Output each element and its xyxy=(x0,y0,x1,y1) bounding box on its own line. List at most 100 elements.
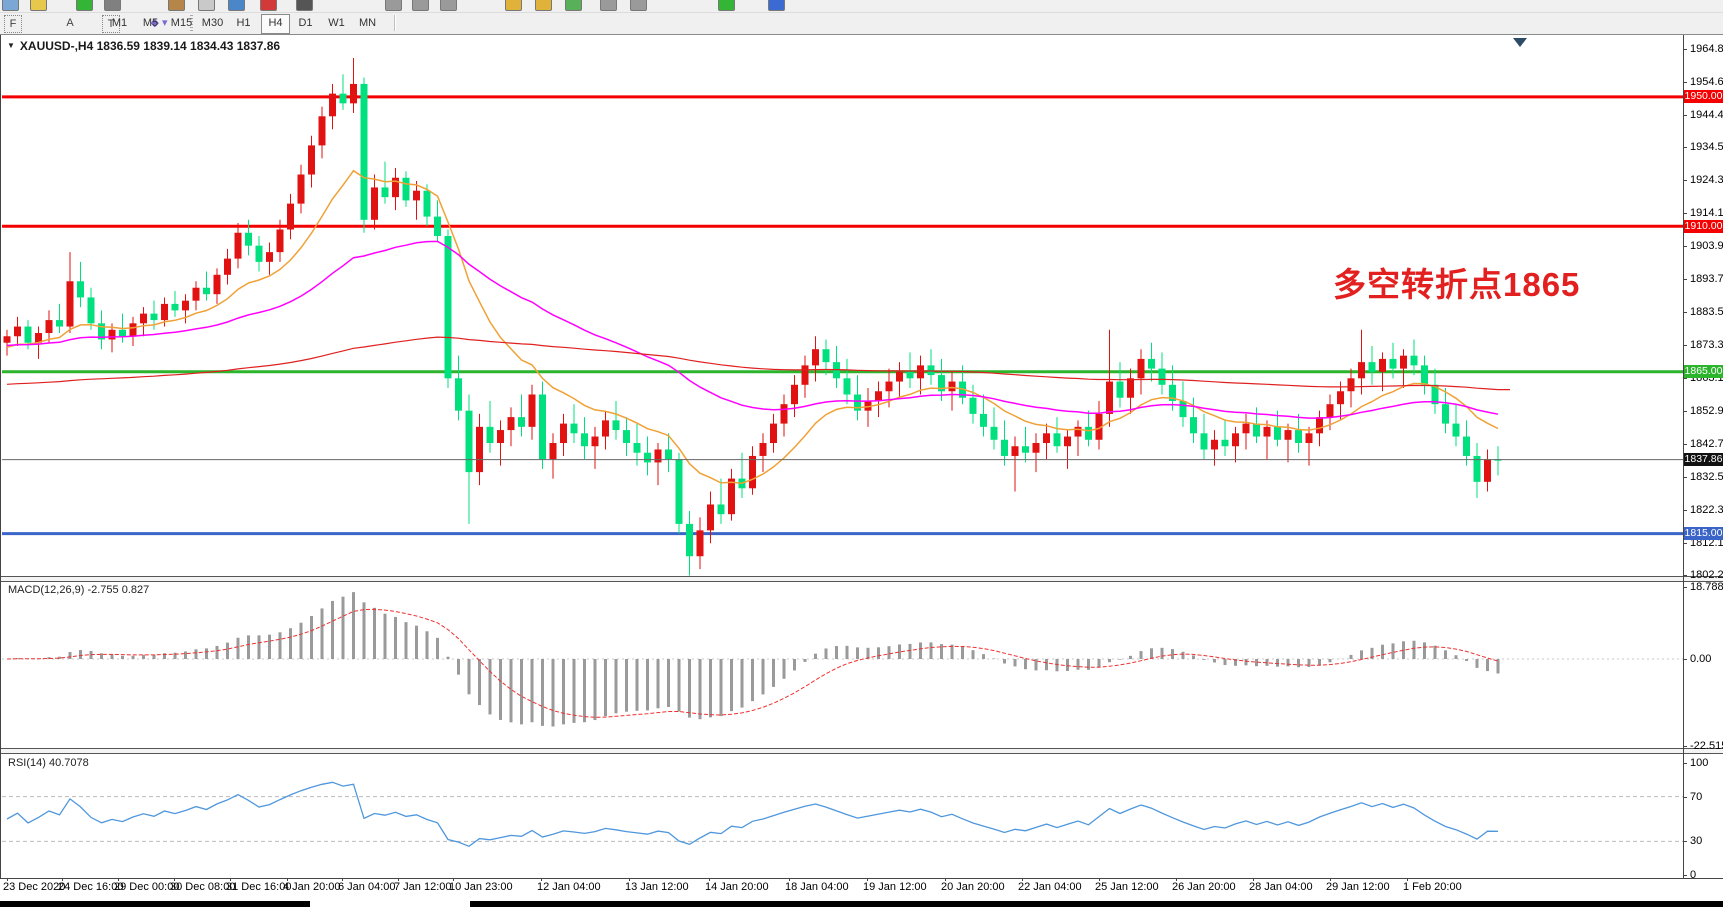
axis-tick-mark xyxy=(1683,575,1687,576)
time-tick-mark xyxy=(629,878,630,881)
time-tick-mark xyxy=(118,878,119,881)
macd-rsi-splitter[interactable] xyxy=(0,748,1723,754)
price-tick: 1883.50 xyxy=(1690,306,1723,318)
axis-tick-mark xyxy=(1683,279,1687,280)
time-tick-mark xyxy=(709,878,710,881)
price-tick: 1822.30 xyxy=(1690,504,1723,516)
time-tick-label: 4 Jan 20:00 xyxy=(283,881,341,893)
time-tick-label: 1 Feb 20:00 xyxy=(1403,881,1462,893)
price-tick: 1903.90 xyxy=(1690,240,1723,252)
time-tick-mark xyxy=(287,878,288,881)
time-tick-label: 6 Jan 04:00 xyxy=(338,881,396,893)
axis-tick-mark xyxy=(1683,180,1687,181)
axis-tick-mark xyxy=(1683,746,1687,747)
axis-tick-mark xyxy=(1683,444,1687,445)
chart-canvas[interactable] xyxy=(0,0,1723,907)
price-tick: 1924.30 xyxy=(1690,174,1723,186)
price-tick: 1893.70 xyxy=(1690,273,1723,285)
rsi-tick: 100 xyxy=(1690,757,1708,769)
price-tick: 1914.10 xyxy=(1690,207,1723,219)
bottom-strip-left xyxy=(0,901,310,907)
price-tick: 1964.80 xyxy=(1690,43,1723,55)
time-tick-label: 20 Jan 20:00 xyxy=(941,881,1005,893)
time-tick-label: 26 Jan 20:00 xyxy=(1172,881,1236,893)
macd-tick: 18.788 xyxy=(1690,581,1723,593)
level-badge-1950.00[interactable]: 1950.00 xyxy=(1684,90,1723,103)
price-tick: 1944.40 xyxy=(1690,109,1723,121)
time-tick-mark xyxy=(1022,878,1023,881)
time-tick-mark xyxy=(1253,878,1254,881)
price-tick: 1802.20 xyxy=(1690,569,1723,581)
time-tick-mark xyxy=(1330,878,1331,881)
time-tick-label: 18 Jan 04:00 xyxy=(785,881,849,893)
axis-tick-mark xyxy=(1683,82,1687,83)
axis-tick-mark xyxy=(1683,477,1687,478)
axis-tick-mark xyxy=(1683,510,1687,511)
time-tick-mark xyxy=(62,878,63,881)
main-macd-splitter[interactable] xyxy=(0,576,1723,582)
time-tick-mark xyxy=(342,878,343,881)
price-tick: 1873.30 xyxy=(1690,339,1723,351)
level-badge-1865.00[interactable]: 1865.00 xyxy=(1684,365,1723,378)
time-tick-mark xyxy=(1407,878,1408,881)
axis-tick-mark xyxy=(1683,543,1687,544)
time-tick-label: 22 Jan 04:00 xyxy=(1018,881,1082,893)
chart-title: ▼ XAUUSD-,H4 1836.59 1839.14 1834.43 1837… xyxy=(7,39,280,53)
axis-tick-mark xyxy=(1683,411,1687,412)
rsi-label: RSI(14) 40.7078 xyxy=(8,757,89,769)
time-tick-label: 13 Jan 12:00 xyxy=(625,881,689,893)
macd-tick: -22.515 xyxy=(1690,740,1723,752)
time-tick-mark xyxy=(1176,878,1177,881)
axis-tick-mark xyxy=(1683,312,1687,313)
level-badge-1815.00[interactable]: 1815.00 xyxy=(1684,527,1723,540)
time-tick-mark xyxy=(398,878,399,881)
price-tick: 1852.90 xyxy=(1690,405,1723,417)
time-tick-label: 14 Jan 20:00 xyxy=(705,881,769,893)
macd-tick: 0.00 xyxy=(1690,653,1711,665)
time-tick-mark xyxy=(1099,878,1100,881)
price-tick: 1832.50 xyxy=(1690,471,1723,483)
axis-tick-mark xyxy=(1683,49,1687,50)
chart-title-text: XAUUSD-,H4 1836.59 1839.14 1834.43 1837.… xyxy=(20,39,280,53)
time-tick-label: 29 Jan 12:00 xyxy=(1326,881,1390,893)
axis-tick-mark xyxy=(1683,763,1687,764)
time-tick-mark xyxy=(174,878,175,881)
time-tick-mark xyxy=(541,878,542,881)
time-tick-mark xyxy=(789,878,790,881)
axis-tick-mark xyxy=(1683,797,1687,798)
level-badge-1910.00[interactable]: 1910.00 xyxy=(1684,220,1723,233)
time-tick-label: 12 Jan 04:00 xyxy=(537,881,601,893)
time-tick-mark xyxy=(230,878,231,881)
current-price-badge[interactable]: 1837.86 xyxy=(1684,453,1723,466)
axis-tick-mark xyxy=(1683,659,1687,660)
axis-tick-mark xyxy=(1683,587,1687,588)
time-tick-label: 19 Jan 12:00 xyxy=(863,881,927,893)
time-tick-label: 7 Jan 12:00 xyxy=(394,881,452,893)
axis-tick-mark xyxy=(1683,875,1687,876)
time-tick-label: 10 Jan 23:00 xyxy=(449,881,513,893)
chart-annotation-text: 多空转折点1865 xyxy=(1333,258,1580,306)
price-tick: 1954.60 xyxy=(1690,76,1723,88)
time-tick-mark xyxy=(945,878,946,881)
rsi-tick: 70 xyxy=(1690,791,1702,803)
rsi-tick: 0 xyxy=(1690,869,1696,881)
axis-tick-mark xyxy=(1683,213,1687,214)
time-tick-label: 31 Dec 16:00 xyxy=(226,881,291,893)
macd-label: MACD(12,26,9) -2.755 0.827 xyxy=(8,584,149,596)
time-tick-label: 23 Dec 2020 xyxy=(3,881,65,893)
time-tick-mark xyxy=(867,878,868,881)
axis-tick-mark xyxy=(1683,147,1687,148)
time-axis-line xyxy=(0,878,1723,879)
axis-tick-mark xyxy=(1683,115,1687,116)
price-tick: 1842.70 xyxy=(1690,438,1723,450)
axis-tick-mark xyxy=(1683,345,1687,346)
chart-left-border xyxy=(0,35,1,878)
chevron-down-icon[interactable]: ▼ xyxy=(7,41,15,50)
bottom-strip-right xyxy=(470,901,1723,907)
time-tick-mark xyxy=(7,878,8,881)
time-tick-mark xyxy=(453,878,454,881)
scroll-position-marker[interactable] xyxy=(1513,38,1527,47)
rsi-tick: 30 xyxy=(1690,835,1702,847)
axis-tick-mark xyxy=(1683,841,1687,842)
time-tick-label: 25 Jan 12:00 xyxy=(1095,881,1159,893)
